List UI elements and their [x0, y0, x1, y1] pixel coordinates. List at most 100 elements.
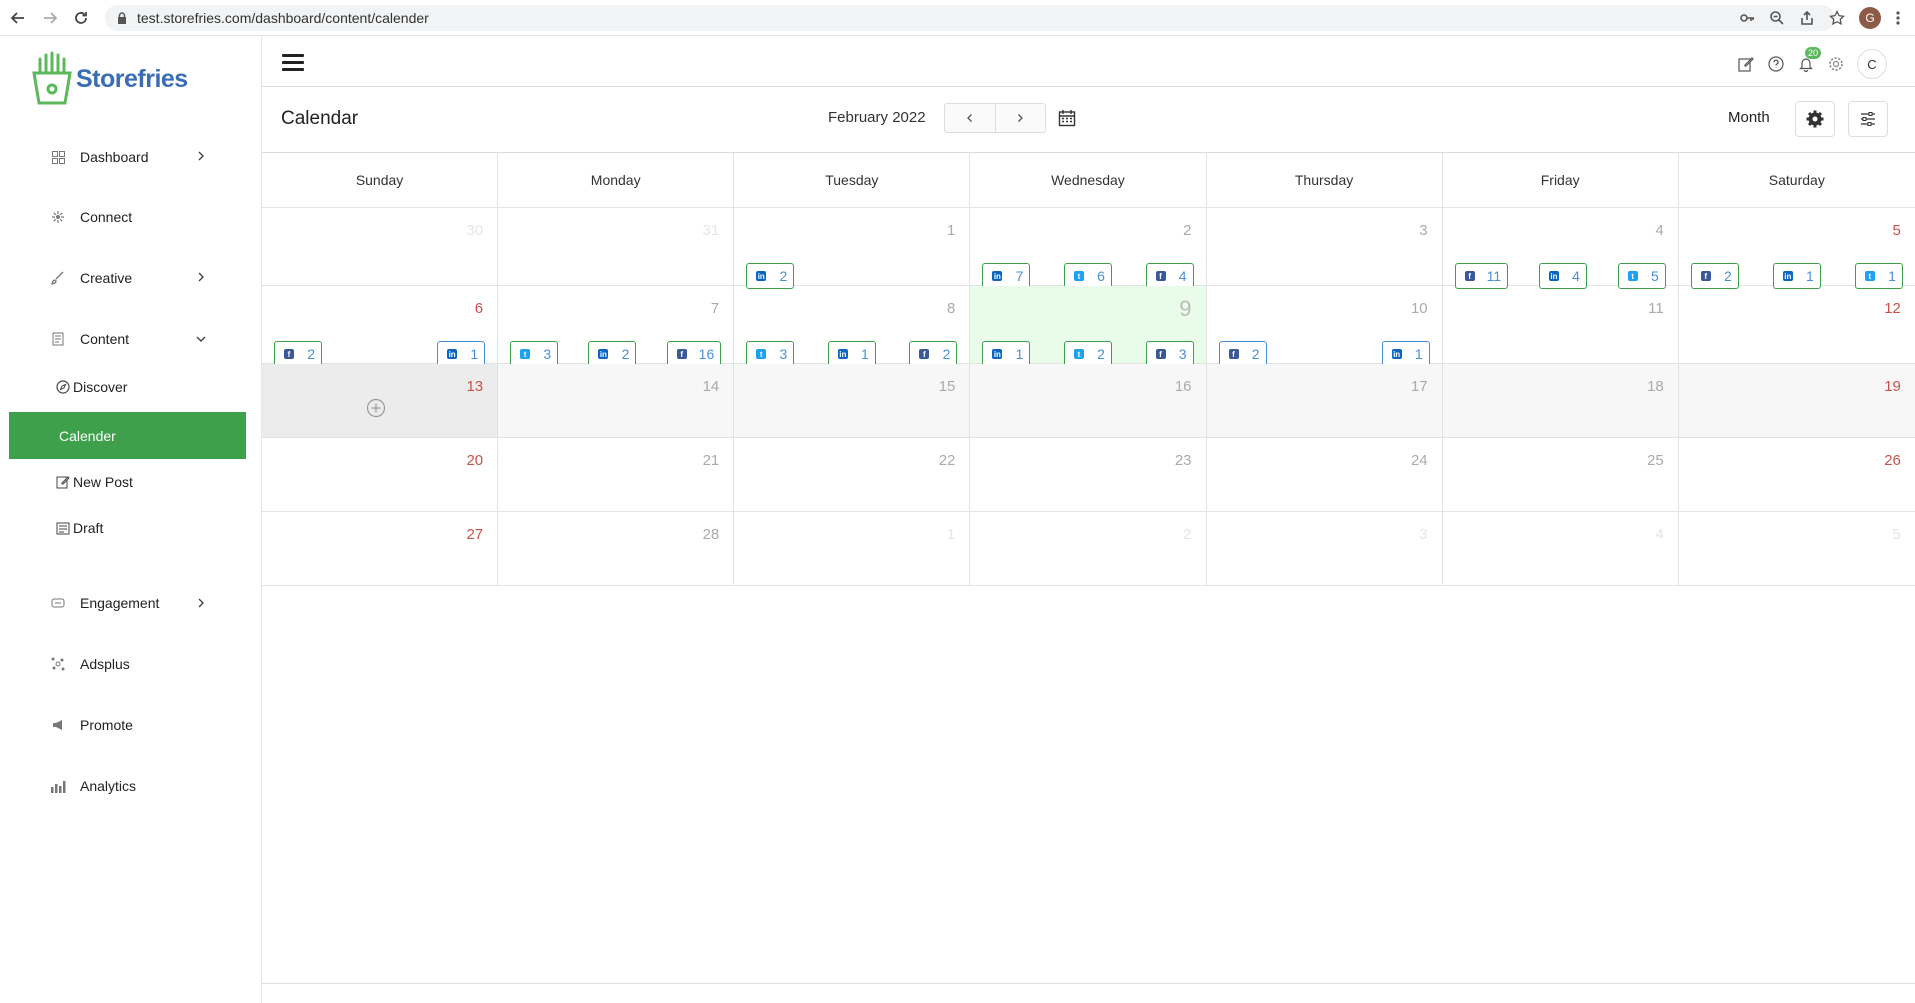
add-post-icon[interactable] — [366, 398, 386, 423]
post-count: 1 — [1888, 268, 1896, 284]
brush-icon — [50, 270, 66, 286]
sidebar-item-adsplus[interactable]: Adsplus — [50, 656, 130, 672]
sidebar-item-dashboard[interactable]: Dashboard — [50, 149, 149, 165]
sidebar-subitem-draft[interactable]: Draft — [56, 520, 103, 536]
view-mode-label[interactable]: Month — [1728, 109, 1770, 126]
calendar-day-cell[interactable]: 28 — [498, 512, 735, 585]
chevron-right-icon[interactable] — [196, 598, 206, 608]
sidebar-item-label: Adsplus — [80, 656, 130, 672]
day-number: 20 — [466, 452, 484, 469]
calendar-day-cell[interactable]: 4 f 11 in 4 t 5 — [1443, 208, 1679, 289]
kebab-menu-icon[interactable] — [1895, 10, 1901, 26]
post-count: 5 — [1650, 268, 1659, 284]
calendar-settings-button[interactable] — [1795, 101, 1835, 137]
calendar-day-cell[interactable]: 20 — [262, 438, 499, 511]
day-number: 2 — [1183, 222, 1192, 239]
weekday-header: Tuesday — [734, 153, 971, 207]
sidebar-subitem-calender[interactable]: Calender — [9, 412, 246, 459]
facebook-icon: f — [919, 349, 930, 359]
day-number: 24 — [1410, 452, 1428, 469]
star-icon[interactable] — [1829, 10, 1845, 26]
calendar-day-cell[interactable]: 12 — [1679, 286, 1915, 363]
post-count: 2 — [621, 346, 630, 362]
linkedin-icon: in — [992, 349, 1003, 359]
post-count: 3 — [779, 346, 788, 362]
calendar-picker-icon[interactable] — [1058, 109, 1076, 127]
calendar-day-cell[interactable]: 11 — [1443, 286, 1679, 363]
chevron-right-icon[interactable] — [196, 151, 206, 161]
address-bar[interactable]: test.storefries.com/dashboard/content/ca… — [105, 5, 1835, 31]
sidebar-item-promote[interactable]: Promote — [50, 717, 133, 733]
lock-icon — [118, 12, 126, 24]
gear-icon — [1806, 110, 1824, 128]
calendar-day-cell[interactable]: 4 — [1443, 512, 1679, 585]
reload-icon[interactable] — [63, 0, 99, 36]
calendar-day-cell[interactable]: 14 — [498, 364, 735, 437]
chevron-down-icon[interactable] — [196, 334, 206, 344]
calendar-day-cell[interactable]: 22 — [734, 438, 971, 511]
calendar-week-row: 30 31 1 in 2 2 in 7 t 6 f 4 3 4 f 11 in 4 t 5 5 f 2 in 1 t 1 — [262, 208, 1915, 289]
calendar-day-cell[interactable]: 1 — [734, 512, 971, 585]
calendar-day-cell[interactable]: 17 — [1206, 364, 1443, 437]
sidebar-subitem-discover[interactable]: Discover — [56, 379, 127, 395]
sidebar-item-analytics[interactable]: Analytics — [50, 778, 136, 794]
calendar-day-cell[interactable]: 8 t 3 in 1 f 2 — [734, 286, 971, 367]
day-number: 19 — [1884, 378, 1901, 395]
calendar-day-cell[interactable]: 31 — [498, 208, 735, 285]
calendar-day-cell[interactable]: 5 — [1679, 512, 1915, 585]
back-icon[interactable] — [0, 0, 36, 36]
post-count: 16 — [698, 346, 715, 362]
hamburger-menu-icon[interactable] — [282, 54, 304, 72]
profile-avatar[interactable]: G — [1859, 7, 1881, 29]
calendar-day-cell[interactable]: 3 — [1207, 208, 1443, 285]
post-count: 2 — [779, 268, 788, 284]
post-count: 3 — [1178, 346, 1187, 362]
chevron-right-icon[interactable] — [196, 272, 206, 282]
share-icon[interactable] — [1799, 10, 1815, 26]
calendar-day-cell[interactable]: 24 — [1207, 438, 1443, 511]
brand-logo[interactable]: Storefries — [30, 51, 188, 107]
sidebar-item-label: Promote — [80, 717, 133, 733]
sidebar-item-connect[interactable]: Connect — [50, 209, 132, 225]
calendar-day-cell[interactable]: 13 — [262, 364, 499, 437]
key-icon[interactable] — [1739, 10, 1755, 26]
linkedin-icon: in — [447, 349, 458, 359]
notification-bell-icon[interactable]: 20 — [1797, 47, 1822, 73]
post-count: 2 — [1251, 346, 1260, 362]
calendar-day-cell[interactable]: 16 — [970, 364, 1207, 437]
settings-gear-icon[interactable] — [1827, 55, 1845, 73]
sidebar-item-content[interactable]: Content — [50, 331, 129, 347]
sidebar-item-engagement[interactable]: Engagement — [50, 595, 159, 611]
calendar-day-cell[interactable]: 7 t 3 in 2 f 16 — [498, 286, 735, 367]
calendar-day-cell[interactable]: 19 — [1678, 364, 1915, 437]
calendar-day-cell[interactable]: 2 in 7 t 6 f 4 — [970, 208, 1207, 289]
calendar-day-cell[interactable]: 1 in 2 — [734, 208, 971, 289]
calendar-day-cell[interactable]: 9 in 1 t 2 f 3 — [970, 286, 1207, 367]
facebook-icon: f — [676, 349, 687, 359]
calendar-day-cell[interactable]: 5 f 2 in 1 t 1 — [1679, 208, 1915, 289]
calendar-day-cell[interactable]: 3 — [1207, 512, 1443, 585]
filter-button[interactable] — [1848, 101, 1888, 137]
calendar-day-cell[interactable]: 21 — [498, 438, 735, 511]
calendar-day-cell[interactable]: 27 — [262, 512, 499, 585]
compose-icon[interactable] — [1737, 55, 1755, 73]
prev-month-button[interactable] — [944, 103, 996, 133]
sidebar-item-creative[interactable]: Creative — [50, 270, 132, 286]
calendar-day-cell[interactable]: 25 — [1443, 438, 1679, 511]
help-icon[interactable] — [1767, 55, 1785, 73]
calendar-day-cell[interactable]: 26 — [1679, 438, 1915, 511]
calendar-day-cell[interactable]: 23 — [970, 438, 1207, 511]
calendar-day-cell[interactable]: 10 f 2 in 1 — [1207, 286, 1443, 367]
user-avatar[interactable]: C — [1857, 49, 1887, 79]
calendar-day-cell[interactable]: 2 — [970, 512, 1207, 585]
fries-logo-icon — [32, 51, 72, 105]
zoom-icon[interactable] — [1769, 10, 1785, 26]
weekday-header: Saturday — [1768, 172, 1825, 188]
next-month-button[interactable] — [995, 103, 1046, 133]
calendar-day-cell[interactable]: 6 f 2 in 1 — [262, 286, 499, 367]
linkedin-icon: in — [992, 271, 1003, 281]
calendar-day-cell[interactable]: 15 — [734, 364, 971, 437]
calendar-day-cell[interactable]: 30 — [262, 208, 499, 285]
sidebar-subitem-new-post[interactable]: New Post — [56, 474, 133, 490]
calendar-day-cell[interactable]: 18 — [1442, 364, 1679, 437]
